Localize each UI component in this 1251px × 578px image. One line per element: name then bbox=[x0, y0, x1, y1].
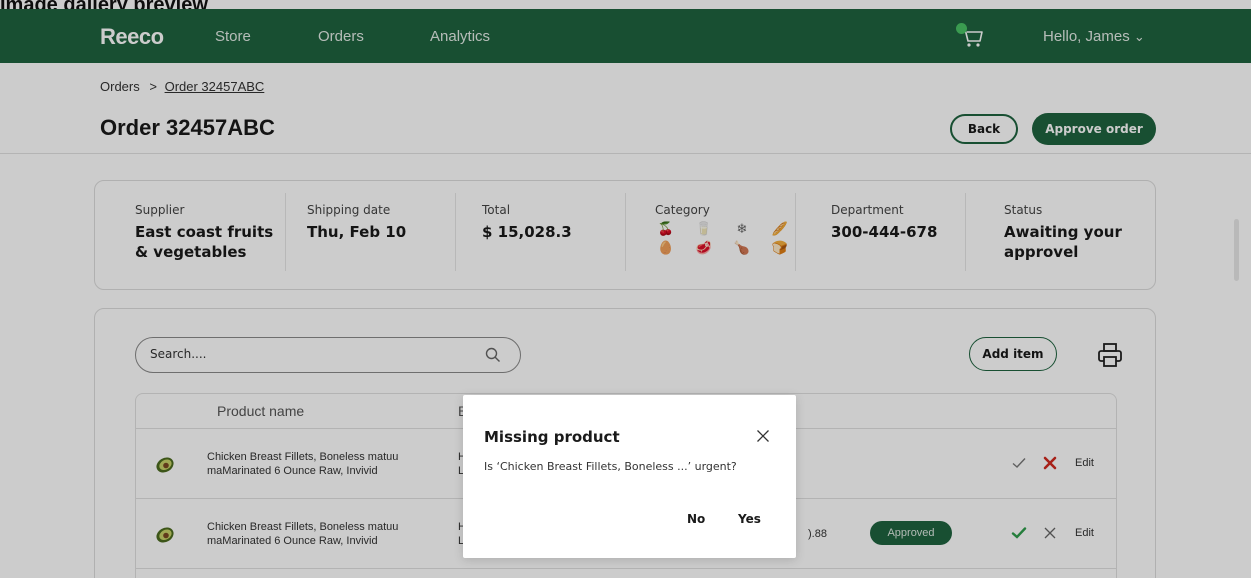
yes-button[interactable]: Yes bbox=[738, 512, 761, 526]
close-icon[interactable] bbox=[756, 429, 770, 443]
scrollbar-thumb[interactable] bbox=[1234, 219, 1239, 281]
dialog-message: Is ‘Chicken Breast Fillets, Boneless ...… bbox=[484, 460, 737, 473]
dialog-title: Missing product bbox=[484, 428, 620, 446]
no-button[interactable]: No bbox=[687, 512, 705, 526]
missing-product-dialog: Missing product Is ‘Chicken Breast Fille… bbox=[463, 395, 796, 558]
